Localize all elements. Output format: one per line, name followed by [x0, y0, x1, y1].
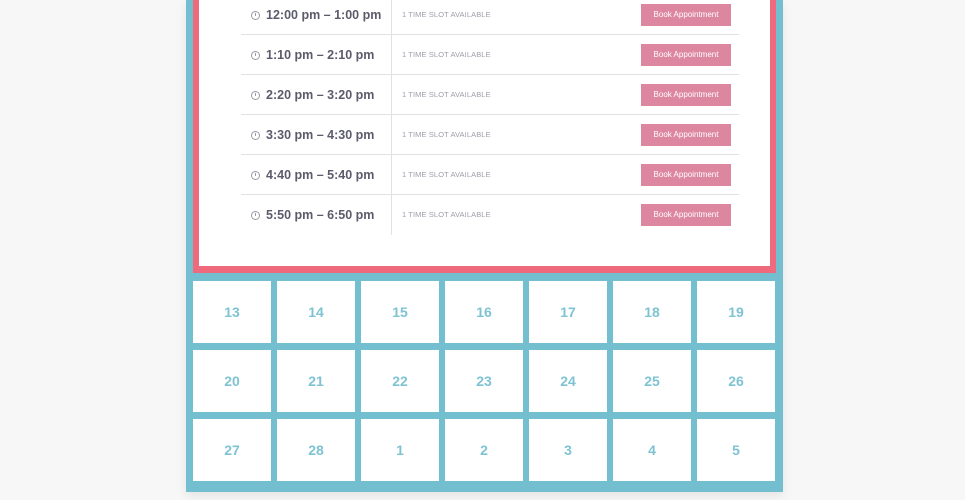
slot-time-label: 1:10 pm – 2:10 pm — [266, 48, 375, 62]
calendar-day[interactable]: 16 — [445, 281, 523, 343]
slot-time: 1:10 pm – 2:10 pm — [251, 35, 374, 75]
slot-row: 4:40 pm – 5:40 pm 1 TIME SLOT AVAILABLE … — [241, 155, 739, 195]
calendar-day[interactable]: 27 — [193, 419, 271, 481]
slot-divider — [391, 75, 392, 114]
slot-time: 4:40 pm – 5:40 pm — [251, 155, 374, 195]
slot-time-label: 2:20 pm – 3:20 pm — [266, 88, 375, 102]
calendar-day[interactable]: 20 — [193, 350, 271, 412]
clock-icon — [251, 210, 260, 220]
slot-time-label: 5:50 pm – 6:50 pm — [266, 208, 375, 222]
calendar-day[interactable]: 25 — [613, 350, 691, 412]
time-slots-inner: 12:00 pm – 1:00 pm 1 TIME SLOT AVAILABLE… — [199, 0, 770, 266]
slot-row: 12:00 pm – 1:00 pm 1 TIME SLOT AVAILABLE… — [241, 0, 739, 35]
slot-time: 3:30 pm – 4:30 pm — [251, 115, 374, 155]
clock-icon — [251, 50, 260, 60]
calendar-day[interactable]: 3 — [529, 419, 607, 481]
slot-divider — [391, 155, 392, 194]
calendar-day[interactable]: 14 — [277, 281, 355, 343]
slot-time: 2:20 pm – 3:20 pm — [251, 75, 374, 115]
slot-availability: 1 TIME SLOT AVAILABLE — [402, 90, 491, 99]
calendar-day[interactable]: 4 — [613, 419, 691, 481]
calendar-day[interactable]: 26 — [697, 350, 775, 412]
calendar-day[interactable]: 1 — [361, 419, 439, 481]
book-appointment-button[interactable]: Book Appointment — [641, 4, 731, 26]
slot-row: 5:50 pm – 6:50 pm 1 TIME SLOT AVAILABLE … — [241, 195, 739, 235]
slot-row: 2:20 pm – 3:20 pm 1 TIME SLOT AVAILABLE … — [241, 75, 739, 115]
book-appointment-button[interactable]: Book Appointment — [641, 84, 731, 106]
slot-availability: 1 TIME SLOT AVAILABLE — [402, 210, 491, 219]
slot-availability: 1 TIME SLOT AVAILABLE — [402, 10, 491, 19]
slot-availability: 1 TIME SLOT AVAILABLE — [402, 170, 491, 179]
slot-time: 12:00 pm – 1:00 pm — [251, 0, 381, 35]
slot-availability: 1 TIME SLOT AVAILABLE — [402, 50, 491, 59]
calendar-day[interactable]: 23 — [445, 350, 523, 412]
calendar-day[interactable]: 18 — [613, 281, 691, 343]
calendar-day[interactable]: 15 — [361, 281, 439, 343]
calendar-day[interactable]: 21 — [277, 350, 355, 412]
slot-list: 12:00 pm – 1:00 pm 1 TIME SLOT AVAILABLE… — [241, 0, 739, 235]
calendar-day[interactable]: 19 — [697, 281, 775, 343]
slot-divider — [391, 195, 392, 235]
slot-time-label: 3:30 pm – 4:30 pm — [266, 128, 375, 142]
slot-time-label: 12:00 pm – 1:00 pm — [266, 8, 382, 22]
book-appointment-button[interactable]: Book Appointment — [641, 204, 731, 226]
slot-availability: 1 TIME SLOT AVAILABLE — [402, 130, 491, 139]
slot-divider — [391, 0, 392, 34]
book-appointment-button[interactable]: Book Appointment — [641, 124, 731, 146]
slot-time-label: 4:40 pm – 5:40 pm — [266, 168, 375, 182]
calendar-day[interactable]: 5 — [697, 419, 775, 481]
calendar-day[interactable]: 13 — [193, 281, 271, 343]
calendar-day[interactable]: 22 — [361, 350, 439, 412]
book-appointment-button[interactable]: Book Appointment — [641, 44, 731, 66]
slot-row: 3:30 pm – 4:30 pm 1 TIME SLOT AVAILABLE … — [241, 115, 739, 155]
slot-divider — [391, 115, 392, 154]
calendar-day[interactable]: 2 — [445, 419, 523, 481]
slot-row: 1:10 pm – 2:10 pm 1 TIME SLOT AVAILABLE … — [241, 35, 739, 75]
calendar-day[interactable]: 24 — [529, 350, 607, 412]
calendar-day[interactable]: 28 — [277, 419, 355, 481]
book-appointment-button[interactable]: Book Appointment — [641, 164, 731, 186]
clock-icon — [251, 130, 260, 140]
slot-divider — [391, 35, 392, 74]
clock-icon — [251, 170, 260, 180]
calendar-day[interactable]: 17 — [529, 281, 607, 343]
clock-icon — [251, 10, 260, 20]
clock-icon — [251, 90, 260, 100]
slot-time: 5:50 pm – 6:50 pm — [251, 195, 374, 235]
time-slots-panel: 12:00 pm – 1:00 pm 1 TIME SLOT AVAILABLE… — [193, 0, 776, 273]
